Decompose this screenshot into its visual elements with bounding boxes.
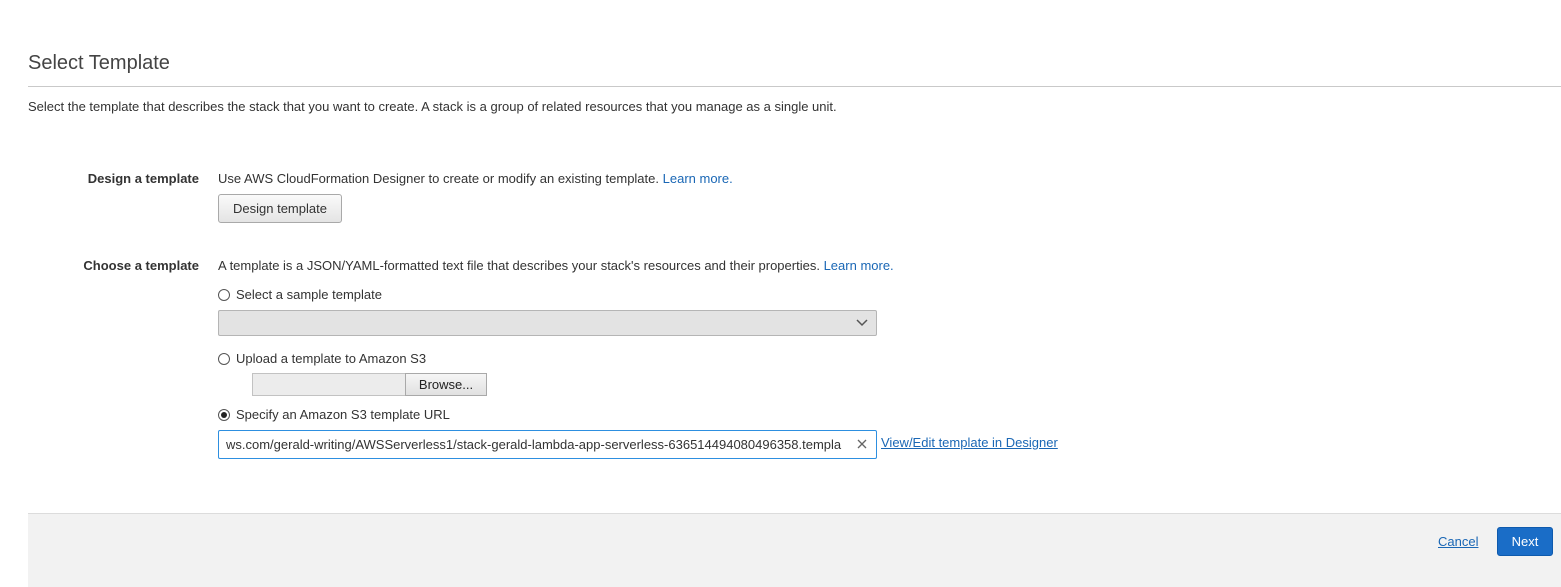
radio-label: Select a sample template [236, 287, 382, 302]
radio-s3-url[interactable]: Specify an Amazon S3 template URL [218, 407, 450, 422]
next-button[interactable]: Next [1497, 527, 1553, 556]
footer-bar [28, 513, 1561, 587]
design-template-label: Design a template [87, 171, 199, 186]
s3-url-field[interactable]: ws.com/gerald-writing/AWSServerless1/sta… [218, 430, 877, 459]
close-icon[interactable] [856, 438, 868, 450]
radio-label: Upload a template to Amazon S3 [236, 351, 427, 366]
chevron-down-icon [856, 319, 868, 327]
radio-sample-template[interactable]: Select a sample template [218, 287, 382, 302]
design-learn-more-link[interactable]: Learn more. [663, 171, 733, 186]
upload-file-path[interactable] [252, 373, 406, 396]
page-title: Select Template [28, 52, 170, 74]
cancel-button[interactable]: Cancel [1438, 534, 1478, 549]
radio-label: Specify an Amazon S3 template URL [236, 407, 450, 422]
radio-button[interactable] [218, 352, 230, 365]
sample-template-select[interactable] [218, 310, 877, 336]
choose-template-text: A template is a JSON/YAML-formatted text… [218, 258, 820, 273]
choose-template-label: Choose a template [83, 258, 199, 273]
radio-button[interactable] [218, 288, 230, 301]
s3-url-input[interactable]: ws.com/gerald-writing/AWSServerless1/sta… [226, 431, 850, 458]
design-template-description: Use AWS CloudFormation Designer to creat… [218, 171, 733, 186]
radio-upload-template[interactable]: Upload a template to Amazon S3 [218, 351, 426, 366]
radio-button-checked[interactable] [218, 408, 230, 421]
design-template-text: Use AWS CloudFormation Designer to creat… [218, 171, 659, 186]
browse-button[interactable]: Browse... [405, 373, 487, 396]
choose-learn-more-link[interactable]: Learn more. [824, 258, 894, 273]
title-divider [28, 86, 1561, 87]
design-template-button[interactable]: Design template [218, 194, 342, 223]
choose-template-description: A template is a JSON/YAML-formatted text… [218, 258, 894, 273]
view-edit-designer-link[interactable]: View/Edit template in Designer [881, 435, 1058, 450]
page-description: Select the template that describes the s… [28, 99, 837, 114]
